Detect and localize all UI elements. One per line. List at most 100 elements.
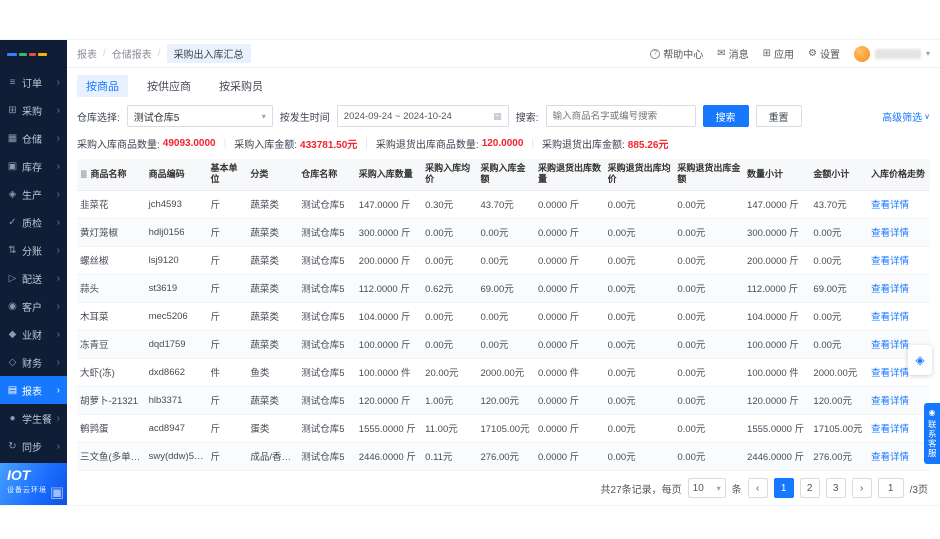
cell-category: 鱼类: [247, 358, 298, 386]
warehouse-select[interactable]: 测试仓库5 ▾: [127, 105, 273, 127]
tab-by-buyer[interactable]: 按采购员: [210, 75, 272, 97]
breadcrumb-item[interactable]: 仓储报表: [112, 46, 152, 61]
cell-product-code: st3619: [146, 274, 208, 302]
logo-bar-green: [19, 53, 27, 56]
user-menu[interactable]: ▾: [854, 46, 930, 62]
breadcrumb-item[interactable]: 报表: [77, 46, 97, 61]
header-action-apps[interactable]: ⊞应用: [763, 46, 794, 61]
search-input[interactable]: [553, 111, 689, 122]
pagination: 共27条记录，每页 10 ▾ 条 ‹ 123 › /3页: [67, 471, 940, 505]
page-button-3[interactable]: 3: [826, 478, 846, 498]
next-page-button[interactable]: ›: [852, 478, 872, 498]
sidebar-item-production[interactable]: ◈生产›: [0, 180, 67, 208]
cell-category: 蔬菜类: [247, 330, 298, 358]
cell-base-unit: 斤: [208, 246, 248, 274]
view-details-link[interactable]: 查看详情: [871, 312, 909, 323]
cell-warehouse-name: 测试仓库5: [298, 218, 356, 246]
column-settings-icon[interactable]: ≣: [80, 169, 88, 179]
assistant-float-button[interactable]: ◈: [908, 345, 932, 375]
sidebar-item-qc[interactable]: ✓质检›: [0, 208, 67, 236]
cell-warehouse-name: 测试仓库5: [298, 414, 356, 442]
chevron-right-icon: ›: [57, 413, 60, 424]
contact-support-button[interactable]: ◉ 联系客服: [924, 403, 940, 464]
tab-by-supplier[interactable]: 按供应商: [138, 75, 200, 97]
page-buttons: 123: [774, 478, 846, 498]
view-details-link[interactable]: 查看详情: [871, 396, 909, 407]
view-details-link[interactable]: 查看详情: [871, 284, 909, 295]
chevron-down-icon: ▾: [717, 484, 721, 493]
iot-banner[interactable]: IOT 设备云环境 ▣: [0, 463, 67, 505]
cell-amount-subtotal: 69.00元: [810, 274, 868, 302]
summary-item: 采购退货出库商品数量:120.0000: [376, 136, 524, 151]
prev-page-button[interactable]: ‹: [748, 478, 768, 498]
page-jump-input[interactable]: [878, 478, 904, 498]
cell-purchase-in-avg-price: 0.30元: [422, 190, 477, 218]
sidebar-item-warehouse[interactable]: ▦仓储›: [0, 124, 67, 152]
sidebar-item-customer[interactable]: ◉客户›: [0, 292, 67, 320]
header-action-settings[interactable]: ⚙设置: [808, 46, 840, 61]
view-details-link[interactable]: 查看详情: [871, 340, 909, 351]
main-area: 报表/仓储报表/采购出入库汇总 ?帮助中心✉消息⊞应用⚙设置 ▾ 按商品按供应商…: [67, 40, 940, 505]
finance-icon: ◇: [7, 357, 18, 368]
sidebar-menu: ≡订单›⊞采购›▦仓储›▣库存›◈生产›✓质检›⇅分账›▷配送›◉客户›◆业财›…: [0, 68, 67, 463]
cell-inbound-price-trend: 查看详情: [868, 246, 930, 274]
tab-by-product[interactable]: 按商品: [77, 75, 128, 97]
advanced-filter-toggle[interactable]: 高级筛选 ∨: [882, 109, 930, 124]
sidebar-item-student-meal[interactable]: ●学生餐›: [0, 404, 67, 432]
cell-qty-subtotal: 1555.0000 斤: [744, 414, 810, 442]
sidebar-item-order[interactable]: ≡订单›: [0, 68, 67, 96]
col-header-label: 商品名称: [91, 169, 127, 179]
cell-category: 蛋类: [247, 414, 298, 442]
sidebar-item-ledger[interactable]: ⇅分账›: [0, 236, 67, 264]
summary-label: 采购退货出库商品数量:: [376, 136, 479, 151]
view-details-link[interactable]: 查看详情: [871, 368, 909, 379]
cell-return-out-qty: 0.0000 斤: [535, 246, 605, 274]
cell-base-unit: 斤: [208, 414, 248, 442]
warehouse-select-value: 测试仓库5: [134, 109, 180, 124]
col-header-label: 仓库名称: [301, 169, 337, 179]
logo-bar-red: [29, 53, 36, 56]
view-details-link[interactable]: 查看详情: [871, 200, 909, 211]
view-details-link[interactable]: 查看详情: [871, 424, 909, 435]
cell-purchase-in-avg-price: 0.62元: [422, 274, 477, 302]
student-meal-icon: ●: [7, 413, 18, 424]
cell-return-out-amount: 0.00元: [674, 246, 744, 274]
search-button[interactable]: 搜索: [703, 105, 749, 127]
view-details-link[interactable]: 查看详情: [871, 256, 909, 267]
page-size-select[interactable]: 10 ▾: [688, 478, 726, 498]
page-button-2[interactable]: 2: [800, 478, 820, 498]
cell-purchase-in-avg-price: 0.11元: [422, 442, 477, 470]
chevron-right-icon: ›: [57, 133, 60, 144]
sidebar-item-delivery[interactable]: ▷配送›: [0, 264, 67, 292]
col-header-label: 金额小计: [813, 169, 849, 179]
app-logo: [0, 40, 67, 68]
cell-return-out-qty: 0.0000 件: [535, 358, 605, 386]
sidebar-item-finance[interactable]: ◇财务›: [0, 348, 67, 376]
cell-product-name: 螺丝椒: [77, 246, 146, 274]
view-details-link[interactable]: 查看详情: [871, 228, 909, 239]
search-input-wrap: [546, 105, 696, 127]
sidebar-item-purchase[interactable]: ⊞采购›: [0, 96, 67, 124]
date-range-picker[interactable]: 2024-09-24 ~ 2024-10-24 ▦: [337, 105, 509, 127]
report-icon: ▤: [7, 385, 18, 396]
customer-icon: ◉: [7, 301, 18, 312]
sidebar-item-biz-finance[interactable]: ◆业财›: [0, 320, 67, 348]
sidebar-item-report[interactable]: ▤报表›: [0, 376, 67, 404]
cell-warehouse-name: 测试仓库5: [298, 358, 356, 386]
biz-finance-icon: ◆: [7, 329, 18, 340]
header-action-help-center[interactable]: ?帮助中心: [650, 46, 703, 61]
sidebar-item-label: 仓储: [22, 131, 53, 146]
page-button-1[interactable]: 1: [774, 478, 794, 498]
reset-button[interactable]: 重置: [756, 105, 802, 127]
view-details-link[interactable]: 查看详情: [871, 452, 909, 463]
sidebar-item-sync[interactable]: ↻同步›: [0, 432, 67, 460]
cell-purchase-in-amount: 0.00元: [477, 218, 535, 246]
cell-purchase-in-avg-price: 0.00元: [422, 218, 477, 246]
col-header-amount-subtotal: 金额小计: [810, 159, 868, 190]
header-action-messages[interactable]: ✉消息: [717, 46, 748, 61]
cell-purchase-in-qty: 100.0000 件: [356, 358, 422, 386]
widget-icon: ◈: [915, 353, 924, 367]
col-header-product-code: 商品编码: [146, 159, 208, 190]
apps-grid-icon: ⊞: [763, 48, 771, 59]
sidebar-item-inventory[interactable]: ▣库存›: [0, 152, 67, 180]
